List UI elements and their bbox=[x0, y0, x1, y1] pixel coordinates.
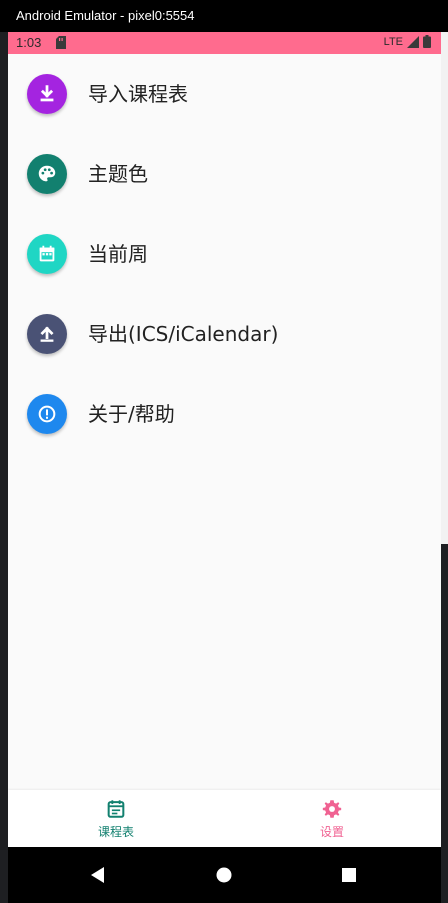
bottom-navigation: 课程表 设置 bbox=[8, 790, 441, 847]
status-right-group: LTE bbox=[384, 35, 431, 48]
calendar-icon bbox=[27, 234, 67, 274]
menu-item-about-help[interactable]: 关于/帮助 bbox=[8, 374, 441, 454]
menu-label: 导入课程表 bbox=[88, 82, 188, 106]
menu-item-theme-color[interactable]: 主题色 bbox=[8, 134, 441, 214]
system-navigation-bar bbox=[8, 847, 441, 903]
phone-screen: 1:03 LTE 导入课程表 主题色 当前周 导出(ICS/iCalendar)… bbox=[8, 32, 441, 903]
menu-item-export-ics[interactable]: 导出(ICS/iCalendar) bbox=[8, 294, 441, 374]
menu-item-import-schedule[interactable]: 导入课程表 bbox=[8, 54, 441, 134]
home-icon[interactable] bbox=[214, 865, 234, 885]
tab-label: 设置 bbox=[319, 824, 344, 839]
background-editor-fragment bbox=[0, 22, 8, 32]
status-bar: 1:03 LTE bbox=[8, 32, 441, 54]
download-icon bbox=[27, 74, 67, 114]
menu-label: 主题色 bbox=[88, 162, 148, 186]
network-type: LTE bbox=[383, 35, 403, 48]
settings-menu: 导入课程表 主题色 当前周 导出(ICS/iCalendar) 关于/帮助 bbox=[8, 54, 441, 454]
palette-icon bbox=[27, 154, 67, 194]
battery-icon bbox=[423, 35, 431, 48]
sd-card-icon bbox=[56, 36, 66, 49]
menu-label: 导出(ICS/iCalendar) bbox=[88, 322, 279, 346]
status-time: 1:03 bbox=[16, 35, 42, 50]
menu-label: 关于/帮助 bbox=[88, 402, 175, 426]
menu-item-current-week[interactable]: 当前周 bbox=[8, 214, 441, 294]
signal-icon bbox=[407, 35, 419, 48]
background-window-edge bbox=[441, 32, 448, 544]
tab-settings[interactable]: 设置 bbox=[224, 790, 440, 847]
recents-icon[interactable] bbox=[339, 865, 359, 885]
info-icon bbox=[27, 394, 67, 434]
menu-label: 当前周 bbox=[88, 242, 148, 266]
window-title: Android Emulator - pixel0:5554 bbox=[16, 8, 195, 23]
tab-label: 课程表 bbox=[97, 824, 134, 839]
gear-icon bbox=[322, 799, 342, 818]
back-icon[interactable] bbox=[88, 865, 108, 885]
tab-schedule[interactable]: 课程表 bbox=[8, 790, 224, 847]
emulator-title-bar: Android Emulator - pixel0:5554 bbox=[0, 0, 448, 32]
upload-icon bbox=[27, 314, 67, 354]
schedule-icon bbox=[107, 799, 125, 818]
